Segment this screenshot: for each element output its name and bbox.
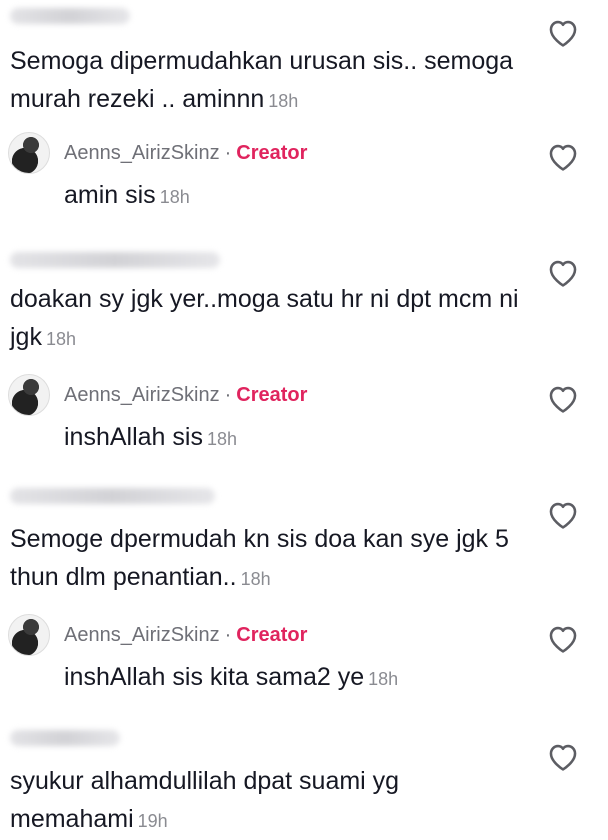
comment-time: 19h — [137, 811, 168, 831]
like-button[interactable] — [546, 622, 580, 654]
reply-body: inshAllah sis — [64, 423, 203, 451]
reply-time: 18h — [206, 429, 237, 449]
comment-body: syukur alhamdullilah dpat suami yg memah… — [10, 767, 400, 833]
reply-time: 18h — [159, 187, 190, 207]
heart-outline-icon — [549, 144, 577, 171]
comment-text: Semoga dipermudahkan urusan sis.. semoga… — [10, 42, 530, 120]
like-button[interactable] — [546, 382, 580, 414]
blurred-username[interactable] — [10, 488, 215, 504]
creator-badge: Creator — [236, 384, 308, 406]
reply-author-line: Aenns_AirizSkinz · Creator — [64, 382, 307, 408]
reply-text: inshAllah sis 18h — [64, 418, 584, 458]
author-name[interactable]: Aenns_AirizSkinz — [64, 384, 220, 406]
heart-outline-icon — [549, 502, 577, 529]
comment-text: syukur alhamdullilah dpat suami yg memah… — [10, 762, 530, 840]
comment-time: 18h — [240, 569, 271, 589]
heart-outline-icon — [549, 744, 577, 771]
blurred-username[interactable] — [10, 8, 130, 24]
comment-time: 18h — [268, 91, 299, 111]
reply-text: inshAllah sis kita sama2 ye 18h — [64, 658, 584, 698]
like-button[interactable] — [546, 16, 580, 48]
reply-body: amin sis — [64, 181, 156, 209]
like-button[interactable] — [546, 498, 580, 530]
blurred-username[interactable] — [10, 252, 220, 268]
separator-dot: · — [224, 142, 232, 164]
creator-avatar[interactable] — [8, 614, 50, 656]
author-name[interactable]: Aenns_AirizSkinz — [64, 142, 220, 164]
creator-avatar[interactable] — [8, 374, 50, 416]
heart-outline-icon — [549, 20, 577, 47]
author-name[interactable]: Aenns_AirizSkinz — [64, 624, 220, 646]
separator-dot: · — [224, 624, 232, 646]
reply-author-line: Aenns_AirizSkinz · Creator — [64, 622, 307, 648]
reply-time: 18h — [368, 669, 399, 689]
heart-outline-icon — [549, 260, 577, 287]
reply-body: inshAllah sis kita sama2 ye — [64, 663, 365, 691]
reply-text: amin sis 18h — [64, 176, 584, 216]
creator-badge: Creator — [236, 624, 308, 646]
comment-body: doakan sy jgk yer..moga satu hr ni dpt m… — [10, 285, 519, 351]
blurred-username[interactable] — [10, 730, 120, 746]
creator-badge: Creator — [236, 142, 308, 164]
creator-avatar[interactable] — [8, 132, 50, 174]
comment-time: 18h — [45, 329, 77, 349]
separator-dot: · — [224, 384, 232, 406]
comment-text: doakan sy jgk yer..moga satu hr ni dpt m… — [10, 280, 530, 358]
comment-text: Semoge dpermudah kn sis doa kan sye jgk … — [10, 520, 530, 598]
like-button[interactable] — [546, 140, 580, 172]
heart-outline-icon — [549, 386, 577, 413]
reply-author-line: Aenns_AirizSkinz · Creator — [64, 140, 307, 166]
like-button[interactable] — [546, 256, 580, 288]
comment-body: Semoga dipermudahkan urusan sis.. semoga… — [10, 47, 514, 113]
heart-outline-icon — [549, 626, 577, 653]
like-button[interactable] — [546, 740, 580, 772]
